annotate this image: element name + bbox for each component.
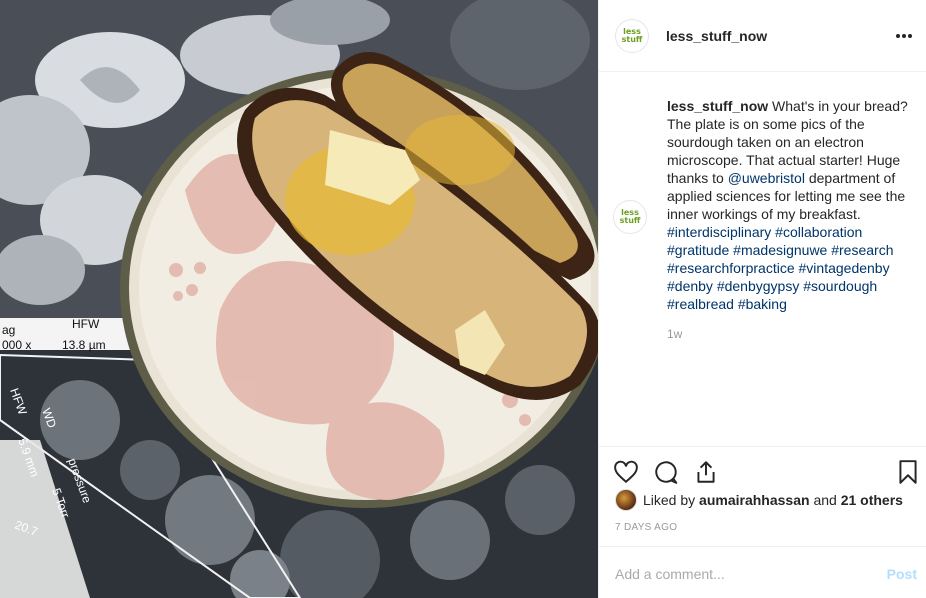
hashtag-link[interactable]: #sourdough: [803, 278, 877, 294]
hashtag-link[interactable]: #interdisciplinary: [667, 224, 771, 240]
sem-label-hfw: HFW: [72, 317, 100, 331]
logo-text-bottom: stuff: [619, 216, 641, 225]
sem-label-hfw-value: 13.8 µm: [62, 338, 106, 352]
post-sidebar: less stuff less_stuff_now less stuff les…: [598, 0, 926, 598]
sem-label-ag: ag: [2, 323, 15, 337]
more-icon[interactable]: [894, 27, 914, 45]
hashtag-link[interactable]: #research: [831, 242, 893, 258]
sem-label-mag: 000 x: [2, 338, 31, 352]
liker-avatar[interactable]: [615, 489, 637, 511]
comment-icon[interactable]: [653, 459, 679, 485]
caption-avatar[interactable]: less stuff: [613, 200, 647, 234]
instagram-post: ag HFW 000 x 13.8 µm HFW WD 5.9 mm press…: [0, 0, 926, 598]
liked-by-and: and: [813, 492, 837, 508]
comment-input[interactable]: Add a comment...: [615, 566, 725, 582]
likes-others-link[interactable]: 21 others: [841, 492, 903, 508]
comment-bar: Add a comment... Post: [599, 546, 926, 598]
post-date: 7 DAYS AGO: [615, 522, 678, 533]
photo-illustration: ag HFW 000 x 13.8 µm HFW WD 5.9 mm press…: [0, 0, 598, 598]
hashtag-link[interactable]: #denbygypsy: [717, 278, 800, 294]
heart-icon[interactable]: [613, 459, 639, 485]
liked-by-prefix: Liked by: [643, 492, 696, 508]
post-header: less stuff less_stuff_now: [599, 0, 926, 72]
caption-text: less_stuff_now What's in your bread? The…: [667, 97, 912, 313]
hashtag-link[interactable]: #gratitude: [667, 242, 729, 258]
brand-logo-icon: less stuff: [620, 209, 641, 225]
hashtag-link[interactable]: #vintagedenby: [799, 260, 890, 276]
hashtag-link[interactable]: #baking: [738, 296, 787, 312]
likes-summary: Liked by aumairahhassan and 21 others: [615, 489, 903, 511]
brand-logo-icon: less stuff: [621, 27, 643, 44]
bookmark-icon[interactable]: [895, 459, 921, 485]
hashtag-link[interactable]: #denby: [667, 278, 713, 294]
logo-text-bottom: stuff: [621, 34, 643, 44]
caption-section: less stuff less_stuff_now What's in your…: [599, 72, 926, 446]
header-username[interactable]: less_stuff_now: [666, 28, 767, 44]
post-comment-button[interactable]: Post: [887, 566, 917, 582]
share-icon[interactable]: [693, 459, 719, 485]
hashtag-link[interactable]: #realbread: [667, 296, 734, 312]
caption-username[interactable]: less_stuff_now: [667, 98, 768, 114]
liker-username[interactable]: aumairahhassan: [699, 492, 810, 508]
mention-link[interactable]: @uwebristol: [728, 170, 805, 186]
caption-time: 1w: [667, 327, 683, 341]
avatar[interactable]: less stuff: [615, 18, 649, 53]
hashtag-link[interactable]: #collaboration: [775, 224, 862, 240]
post-photo[interactable]: ag HFW 000 x 13.8 µm HFW WD 5.9 mm press…: [0, 0, 598, 598]
hashtag-link[interactable]: #madesignuwe: [733, 242, 827, 258]
hashtag-link[interactable]: #researchforpractice: [667, 260, 795, 276]
